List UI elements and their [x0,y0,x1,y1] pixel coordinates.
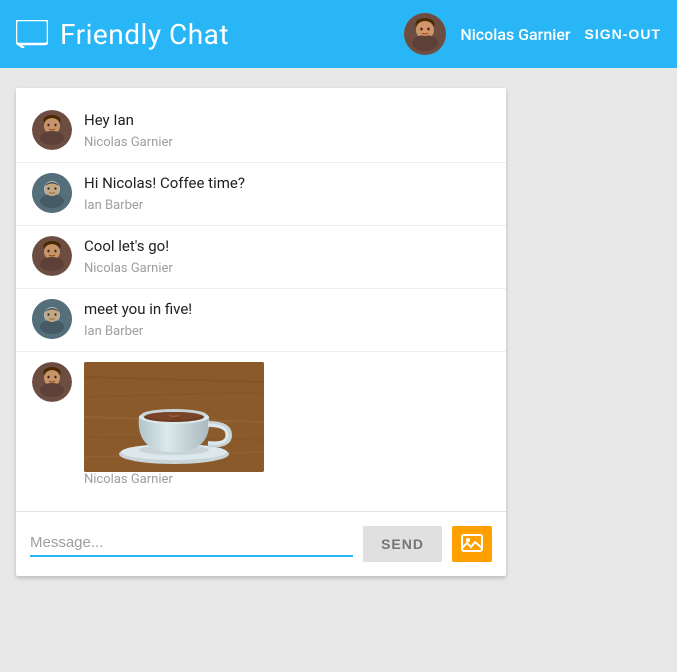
chat-card: Hey Ian Nicolas Garnier [16,88,506,576]
avatar-ib [32,173,72,213]
header-right: Nicolas Garnier SIGN-OUT [404,13,661,55]
header-username: Nicolas Garnier [460,25,570,44]
message-text: Hi Nicolas! Coffee time? [84,173,490,194]
input-area: SEND [16,511,506,576]
app-title: Friendly Chat [60,18,229,51]
message-body: meet you in five! Ian Barber [84,299,490,347]
app-header: Friendly Chat Nicolas Garnier SIGN-OUT [0,0,677,68]
message-item: Hey Ian Nicolas Garnier [16,100,506,163]
main-content: Hey Ian Nicolas Garnier [0,68,677,672]
message-input[interactable] [30,532,353,553]
avatar-ib [32,299,72,339]
message-author: Nicolas Garnier [84,261,490,276]
message-text: meet you in five! [84,299,490,320]
image-icon [461,534,483,554]
coffee-image [84,362,264,472]
sign-out-button[interactable]: SIGN-OUT [585,26,661,42]
message-body: Nicolas Garnier [84,362,490,495]
message-author: Ian Barber [84,324,490,339]
message-body: Cool let's go! Nicolas Garnier [84,236,490,284]
message-text: Hey Ian [84,110,490,131]
avatar-ng [32,110,72,150]
message-text: Cool let's go! [84,236,490,257]
message-author: Nicolas Garnier [84,135,490,150]
message-item: meet you in five! Ian Barber [16,289,506,352]
message-body: Hi Nicolas! Coffee time? Ian Barber [84,173,490,221]
send-button[interactable]: SEND [363,526,442,562]
input-row: SEND [30,526,492,562]
input-underline [30,555,353,557]
message-author: Nicolas Garnier [84,472,490,487]
chat-icon [16,20,48,48]
input-field-wrap [30,532,353,557]
image-upload-button[interactable] [452,526,492,562]
message-item: Nicolas Garnier [16,352,506,499]
message-item: Hi Nicolas! Coffee time? Ian Barber [16,163,506,226]
header-left: Friendly Chat [16,18,229,51]
avatar-ng [32,362,72,402]
avatar-ng [32,236,72,276]
message-author: Ian Barber [84,198,490,213]
message-item: Cool let's go! Nicolas Garnier [16,226,506,289]
messages-list: Hey Ian Nicolas Garnier [16,88,506,511]
message-body: Hey Ian Nicolas Garnier [84,110,490,158]
user-avatar [404,13,446,55]
